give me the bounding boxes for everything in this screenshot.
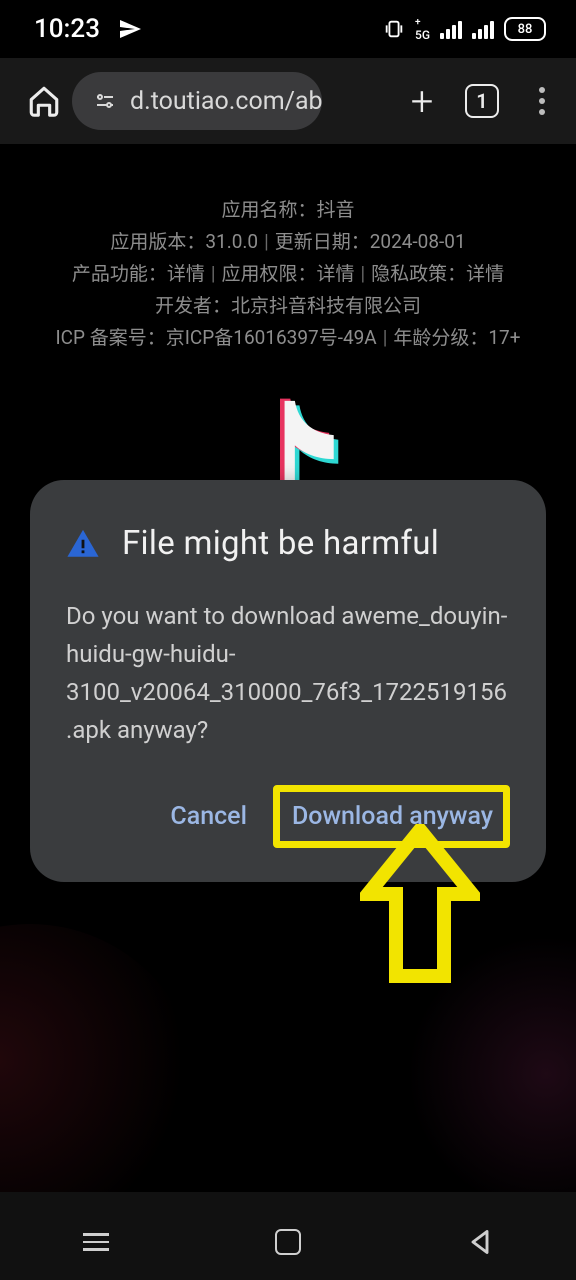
recents-button[interactable] [68, 1214, 124, 1270]
network-type-label: + 5G [415, 17, 430, 41]
battery-icon: 88 [504, 17, 546, 41]
annotation-arrow-icon [360, 824, 480, 994]
site-settings-icon [92, 88, 118, 114]
browser-toolbar: d.toutiao.com/ab. + 1 [0, 58, 576, 144]
home-button[interactable] [20, 77, 68, 125]
status-bar: 10:23 + 5G 88 [0, 0, 576, 58]
system-nav-bar [0, 1192, 576, 1280]
tabs-button[interactable]: 1 [454, 73, 510, 129]
telegram-icon [118, 17, 142, 41]
status-time: 10:23 [34, 14, 100, 44]
dialog-title: File might be harmful [122, 524, 439, 563]
back-button[interactable] [452, 1214, 508, 1270]
meta-line: 产品功能：详情|应用权限：详情|隐私政策：详情 [0, 258, 576, 290]
signal-icon [440, 19, 462, 39]
meta-line: 开发者：北京抖音科技有限公司 [0, 290, 576, 322]
meta-line: ICP 备案号：京ICP备16016397号-49A|年龄分级：17+ [0, 322, 576, 354]
meta-line: 应用名称：抖音 [0, 194, 576, 226]
url-bar[interactable]: d.toutiao.com/ab. [72, 72, 322, 130]
app-metadata-block: 应用名称：抖音 应用版本：31.0.0|更新日期：2024-08-01 产品功能… [0, 194, 576, 354]
home-nav-button[interactable] [260, 1214, 316, 1270]
warning-icon [66, 527, 100, 561]
menu-button[interactable] [514, 73, 570, 129]
cancel-button[interactable]: Cancel [156, 792, 261, 841]
vibrate-icon [383, 18, 405, 40]
dialog-body: Do you want to download aweme_douyin-hui… [66, 597, 510, 749]
new-tab-button[interactable]: + [394, 73, 450, 129]
signal-icon-2 [472, 19, 494, 39]
download-warning-dialog: File might be harmful Do you want to dow… [30, 480, 546, 882]
meta-line: 应用版本：31.0.0|更新日期：2024-08-01 [0, 226, 576, 258]
url-text: d.toutiao.com/ab. [130, 87, 322, 116]
